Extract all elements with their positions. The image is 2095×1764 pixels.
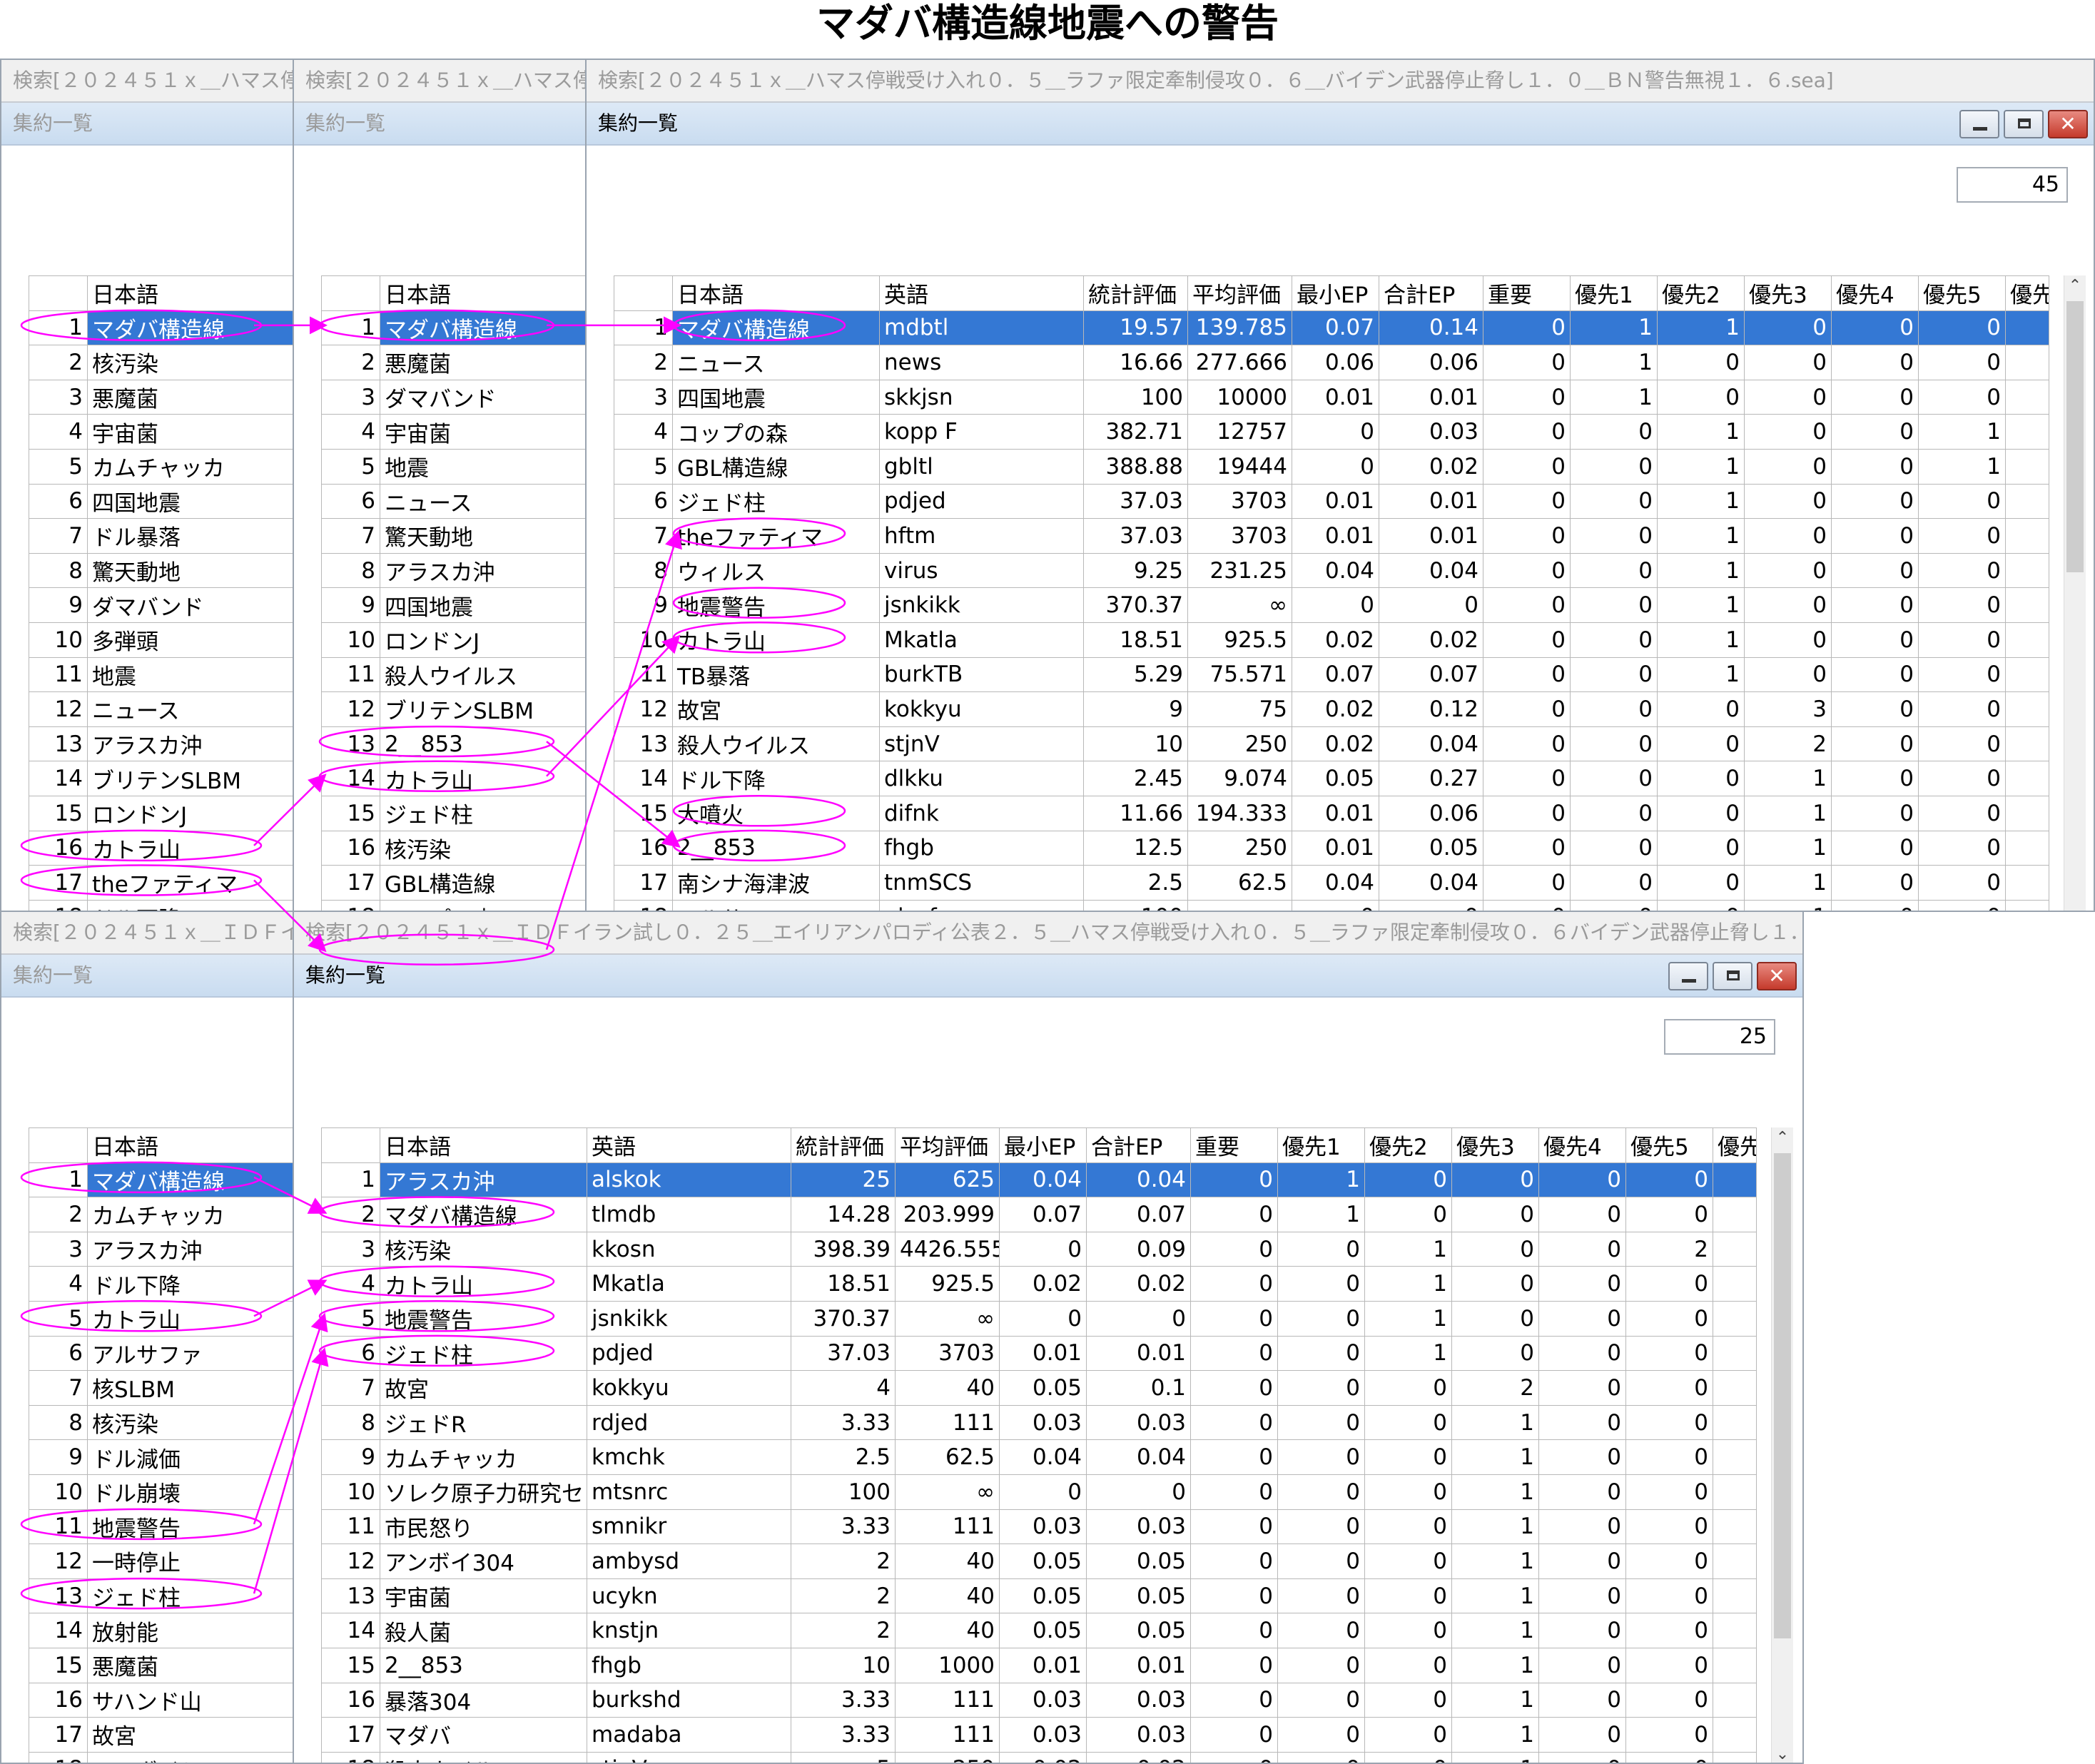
highlight-ellipse	[20, 1300, 263, 1332]
highlight-ellipse	[672, 517, 846, 549]
link-arrow	[253, 879, 327, 953]
link-arrow	[546, 741, 681, 848]
highlight-ellipse	[318, 933, 555, 965]
link-arrow	[546, 634, 681, 777]
highlight-ellipse	[318, 1334, 555, 1367]
highlight-ellipse	[672, 795, 846, 827]
highlight-ellipse	[318, 1196, 555, 1228]
highlight-ellipse	[20, 1508, 263, 1541]
highlight-ellipse	[20, 829, 263, 862]
highlight-ellipse	[20, 1577, 263, 1610]
annotation-overlay	[20, 309, 846, 1610]
link-arrow	[253, 1279, 328, 1317]
highlight-ellipse	[20, 864, 263, 896]
link-arrow	[253, 774, 327, 846]
highlight-ellipse	[20, 1161, 263, 1194]
highlight-ellipse	[672, 309, 846, 342]
highlight-ellipse	[20, 309, 263, 342]
highlight-ellipse	[318, 725, 555, 758]
highlight-ellipse	[318, 1265, 555, 1297]
highlight-ellipse	[672, 829, 846, 862]
highlight-ellipse	[318, 309, 555, 342]
highlight-ellipse	[318, 1300, 555, 1332]
link-arrow	[253, 1176, 328, 1214]
highlight-ellipse	[672, 622, 846, 654]
link-arrow	[253, 1347, 329, 1594]
highlight-ellipse	[672, 587, 846, 619]
link-arrow	[253, 1312, 328, 1525]
highlight-ellipse	[318, 760, 555, 792]
link-arrow	[545, 529, 682, 951]
